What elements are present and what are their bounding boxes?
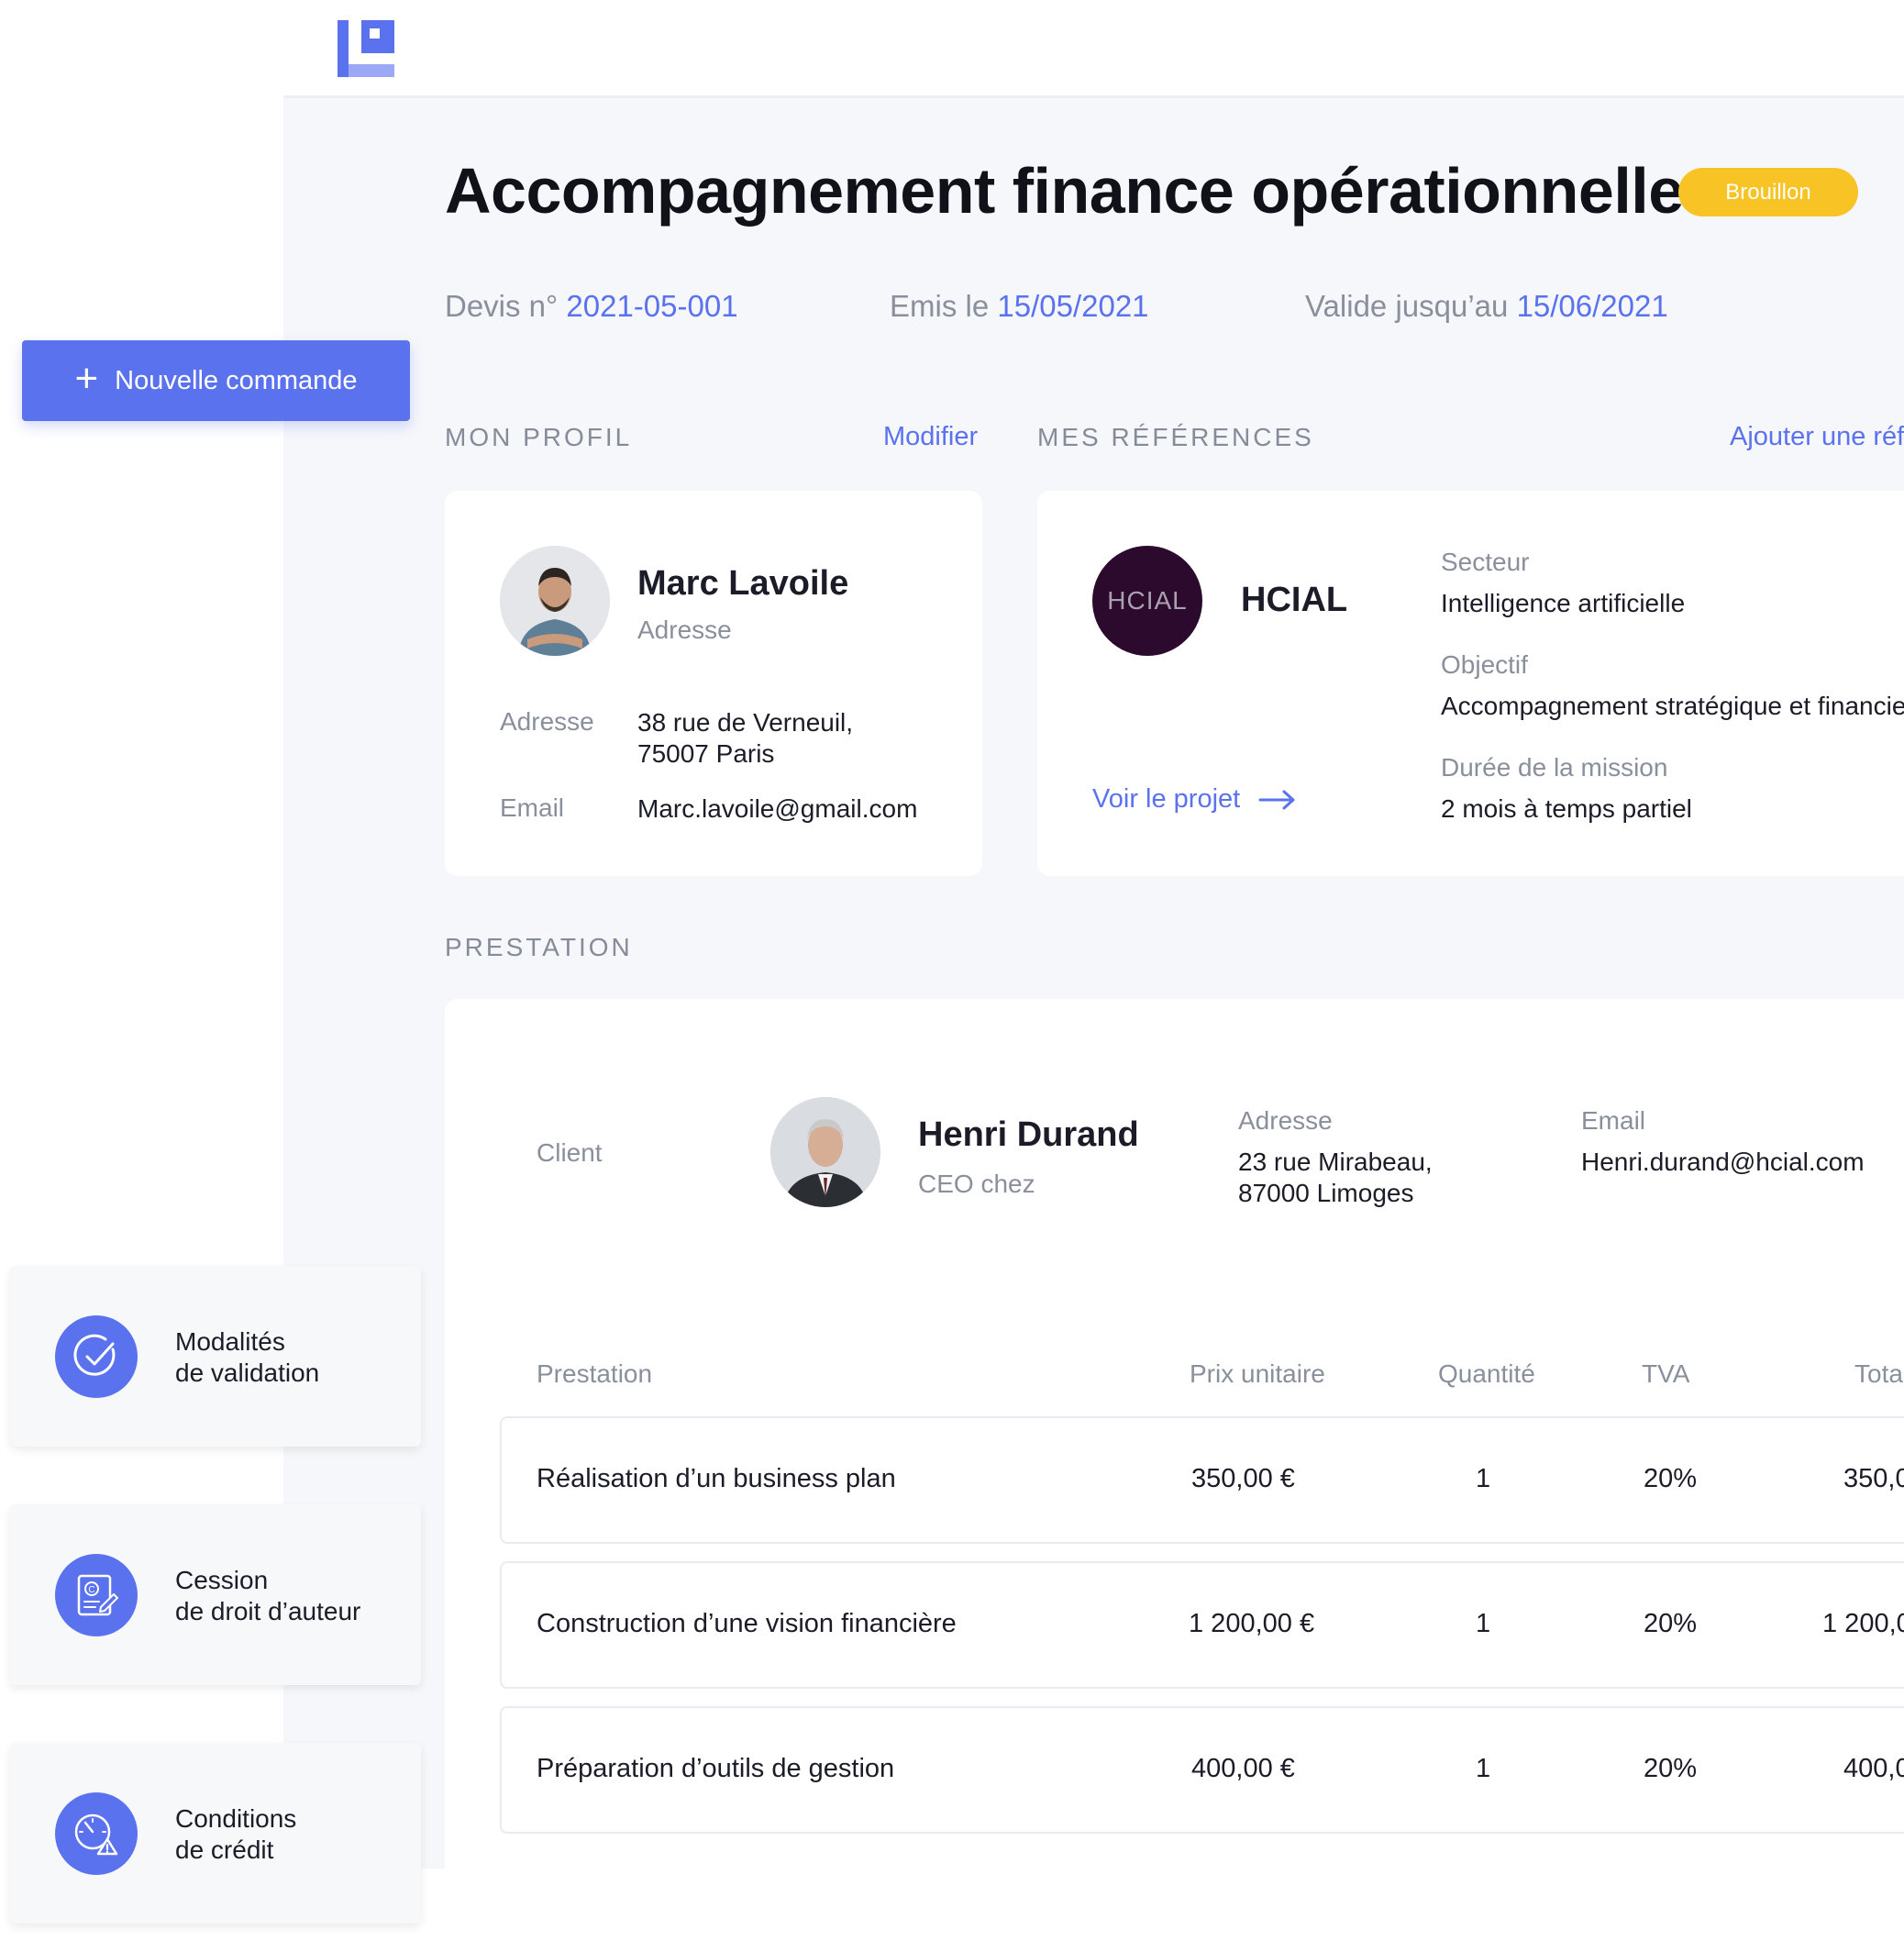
row-quantity: 1 [1476,1609,1491,1638]
objective-value: Accompagnement stratégique et financier [1441,692,1904,720]
new-order-button[interactable]: + Nouvelle commande [22,340,410,421]
feature-label-line1: Modalités [175,1327,285,1356]
client-email-label: Email [1581,1106,1646,1135]
duration-value: 2 mois à temps partiel [1441,794,1692,823]
row-quantity: 1 [1476,1464,1491,1493]
client-address-line1: 23 rue Mirabeau, [1238,1148,1433,1176]
row-total: 400,00 € [1843,1754,1904,1783]
feature-label: Cession de droit d’auteur [175,1565,360,1627]
view-project-label: Voir le projet [1092,784,1241,814]
table-row[interactable]: Préparation d’outils de gestion 400,00 €… [500,1706,1904,1834]
column-header-unit-price: Prix unitaire [1190,1359,1325,1388]
profile-email: Marc.lavoile@gmail.com [637,794,918,823]
feature-label: Conditions de crédit [175,1803,296,1866]
page-title: Accompagnement finance opérationnelle [445,155,1684,227]
duration-label: Durée de la mission [1441,753,1668,782]
valid-until: Valide jusqu’au 15/06/2021 [1305,289,1668,324]
client-address: 23 rue Mirabeau, 87000 Limoges [1238,1147,1433,1209]
valid-until-label: Valide jusqu’au [1305,289,1509,323]
client-label: Client [537,1138,603,1167]
client-address-line2: 87000 Limoges [1238,1179,1414,1208]
arrow-right-icon [1258,790,1295,809]
row-total: 350,00 € [1843,1464,1904,1493]
row-tva: 20% [1644,1609,1698,1638]
feature-card-copyright[interactable]: C Cession de droit d’auteur [10,1504,421,1685]
profile-address-line2: 75007 Paris [637,739,775,769]
issue-date: Emis le 15/05/2021 [890,289,1149,324]
column-header-tva: TVA [1642,1359,1690,1388]
feature-label-line1: Conditions [175,1804,297,1833]
row-tva: 20% [1644,1754,1698,1783]
person-avatar-icon [770,1097,880,1207]
credit-gauge-icon [55,1792,138,1875]
feature-card-credit[interactable]: Conditions de crédit [10,1743,421,1924]
profile-address-line1: 38 rue de Verneuil, [637,708,854,737]
row-tva: 20% [1644,1464,1698,1493]
check-circle-icon [55,1315,138,1398]
row-prestation: Réalisation d’un business plan [537,1464,896,1493]
sector-label: Secteur [1441,548,1530,576]
client-role: CEO chez [918,1170,1035,1198]
profile-name: Marc Lavoile [637,564,849,603]
row-prestation: Construction d’une vision financière [537,1609,957,1638]
new-order-label: Nouvelle commande [115,365,358,395]
profile-address-label: Adresse [500,707,594,736]
table-row[interactable]: Réalisation d’un business plan 350,00 € … [500,1416,1904,1544]
feature-label-line1: Cession [175,1566,269,1594]
plus-icon: + [74,356,99,401]
hcial-logo: HCIAL [1092,546,1202,656]
svg-text:C: C [88,1585,94,1595]
copyright-document-icon: C [55,1554,138,1636]
row-unit-price: 350,00 € [1191,1464,1295,1493]
row-unit-price: 1 200,00 € [1189,1609,1315,1638]
quote-number: Devis n° 2021-05-001 [445,289,738,324]
column-header-quantity: Quantité [1438,1359,1535,1388]
app-logo[interactable] [338,20,394,77]
hcial-logo-text: HCIAL [1107,586,1188,615]
column-header-prestation: Prestation [537,1359,653,1388]
client-address-label: Adresse [1238,1106,1333,1135]
issue-date-value: 15/05/2021 [997,289,1149,323]
references-section-title: MES RÉFÉRENCES [1037,423,1314,451]
valid-until-value: 15/06/2021 [1516,289,1668,323]
table-row[interactable]: Construction d’une vision financière 1 2… [500,1561,1904,1689]
row-unit-price: 400,00 € [1191,1754,1295,1783]
feature-label: Modalités de validation [175,1326,319,1389]
edit-profile-link[interactable]: Modifier [883,422,978,452]
feature-label-line2: de crédit [175,1836,274,1865]
feature-label-line2: de droit d’auteur [175,1597,361,1626]
objective-label: Objectif [1441,650,1528,679]
profile-address: 38 rue de Verneuil, 75007 Paris [637,707,853,770]
column-header-total: Total [1854,1359,1904,1388]
reference-company: HCIAL [1241,581,1348,619]
row-total: 1 200,00 € [1822,1609,1904,1638]
reference-card: HCIAL HCIAL Voir le projet Secteur Intel… [1037,491,1904,876]
header-divider [283,95,1904,98]
profile-email-label: Email [500,793,565,822]
client-email: Henri.durand@hcial.com [1581,1148,1865,1176]
row-prestation: Préparation d’outils de gestion [537,1754,895,1783]
sector-value: Intelligence artificielle [1441,589,1686,617]
person-avatar-icon [500,546,610,656]
row-quantity: 1 [1476,1754,1491,1783]
quote-number-label: Devis n° [445,289,559,323]
feature-card-validation[interactable]: Modalités de validation [10,1266,421,1447]
quote-number-value: 2021-05-001 [566,289,738,323]
profile-card: Marc Lavoile Adresse Adresse 38 rue de V… [445,491,982,876]
client-name: Henri Durand [918,1115,1139,1154]
issue-date-label: Emis le [890,289,990,323]
profile-section-title: MON PROFIL [445,423,633,451]
view-project-link[interactable]: Voir le projet [1092,784,1297,815]
client-avatar [770,1097,880,1207]
prestation-section-title: PRESTATION [445,933,633,961]
add-reference-link[interactable]: Ajouter une réf [1730,422,1904,452]
profile-subtitle: Adresse [637,616,732,644]
status-badge: Brouillon [1678,168,1858,216]
profile-avatar [500,546,610,656]
feature-label-line2: de validation [175,1359,320,1388]
